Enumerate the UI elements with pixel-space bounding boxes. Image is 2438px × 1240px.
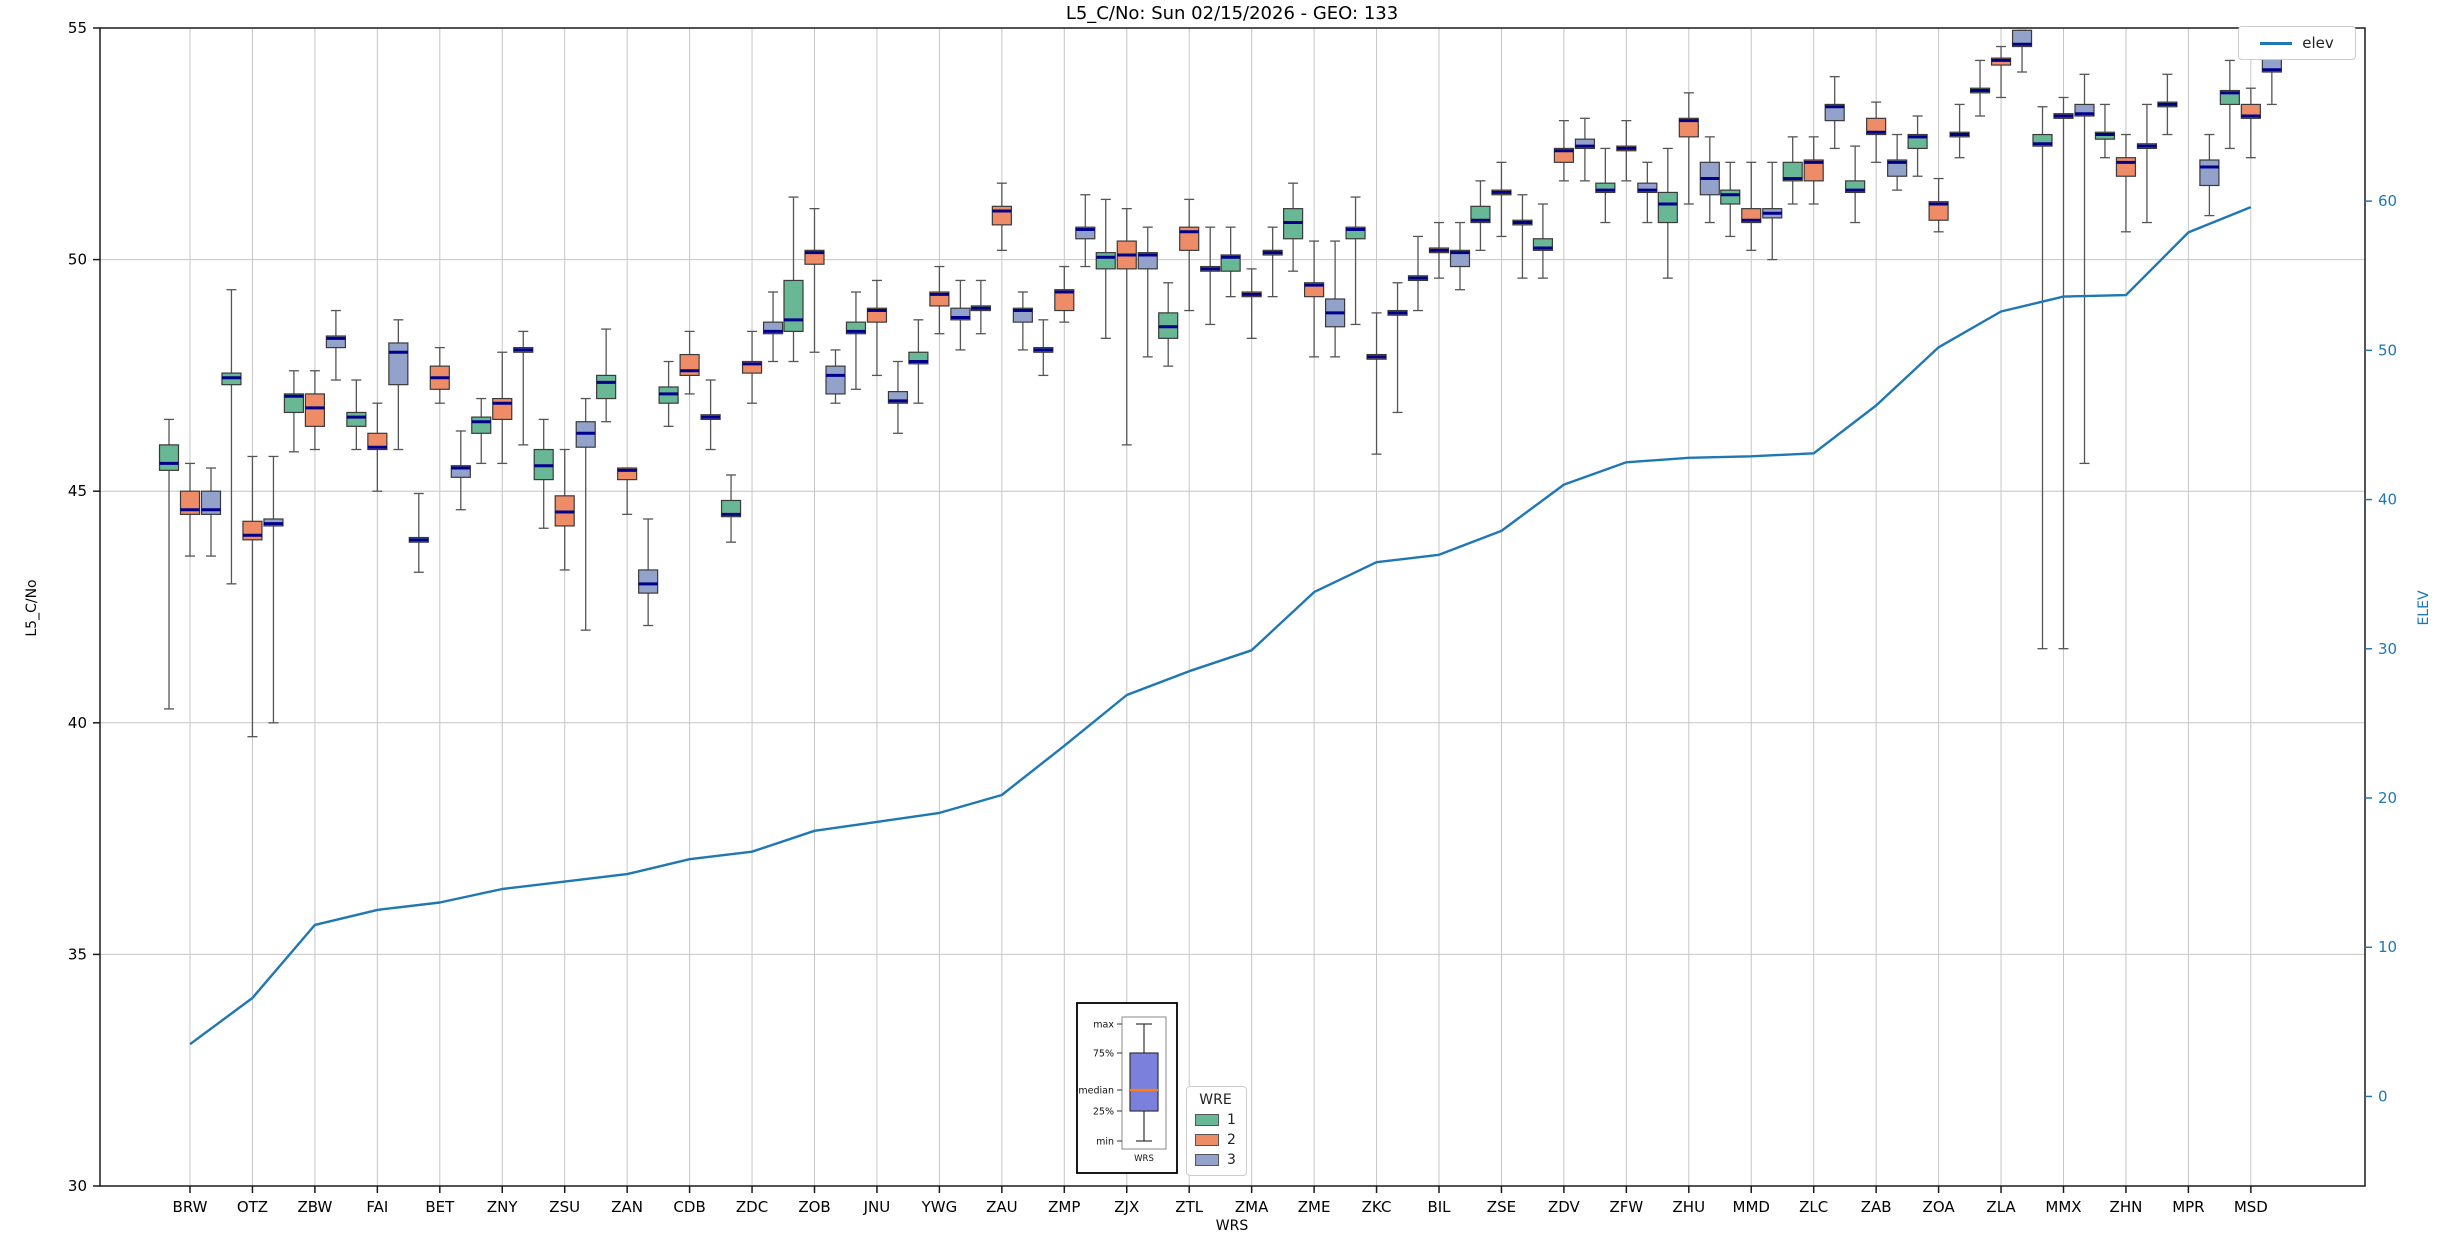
- station-label: ZFW: [1609, 1198, 1643, 1216]
- boxplot-box: [2115, 157, 2137, 177]
- y-tick-label-right: 50: [2378, 341, 2397, 359]
- station-label: MMD: [1733, 1198, 1770, 1216]
- wre-entry-label: 2: [1227, 1132, 1236, 1148]
- station-label: CDB: [673, 1198, 705, 1216]
- wre2-swatch-icon: [1195, 1134, 1219, 1146]
- inset-label: 75%: [1093, 1049, 1114, 1060]
- station-label: BRW: [173, 1198, 208, 1216]
- station-label: ZHN: [2110, 1198, 2143, 1216]
- station-label: MSD: [2234, 1198, 2268, 1216]
- station-label: ZLC: [1799, 1198, 1828, 1216]
- boxplot-box: [471, 416, 492, 434]
- boxplot-box: [346, 411, 367, 427]
- elev-line-sample-icon: [2260, 41, 2293, 45]
- y-tick-label-right: 40: [2378, 491, 2397, 509]
- y-axis-label-left: L5_C/No: [24, 579, 40, 637]
- wre-legend-entry: 3: [1195, 1152, 1236, 1168]
- y-tick-label-left: 30: [68, 1177, 87, 1195]
- station-label: BIL: [1427, 1198, 1451, 1216]
- y-tick-label-left: 55: [68, 19, 87, 37]
- boxplot-box: [638, 569, 659, 594]
- inset-sample-box: [1129, 1052, 1159, 1112]
- wre-entry-label: 3: [1227, 1152, 1236, 1168]
- y-tick-label-left: 45: [68, 482, 87, 500]
- elev-legend-label: elev: [2302, 34, 2334, 52]
- wre1-swatch-icon: [1195, 1114, 1219, 1126]
- y-tick-label-right: 0: [2378, 1087, 2388, 1105]
- station-label: ZMP: [1048, 1198, 1080, 1216]
- boxplot-box: [1095, 252, 1116, 270]
- station-label: ZME: [1298, 1198, 1331, 1216]
- station-label: ZAB: [1861, 1198, 1892, 1216]
- elev-line: [189, 205, 2252, 1046]
- station-label: ZJX: [1114, 1198, 1139, 1216]
- wre-legend-entry: 1: [1195, 1112, 1236, 1128]
- station-label: OTZ: [237, 1198, 268, 1216]
- boxplot-box: [783, 279, 804, 332]
- station-label: YWG: [921, 1198, 958, 1216]
- y-tick-label-left: 35: [68, 945, 87, 963]
- boxplot-box: [492, 397, 513, 421]
- wre-legend-title: WRE: [1199, 1092, 1232, 1108]
- station-label: ZSE: [1487, 1198, 1516, 1216]
- y-axis-label-right: ELEV: [2416, 590, 2432, 626]
- x-axis-label: WRS: [1215, 1218, 1249, 1234]
- boxplot-box: [242, 520, 263, 541]
- boxplot-box: [1720, 189, 1741, 205]
- boxplot-box: [825, 365, 846, 395]
- y-tick-label-right: 10: [2378, 938, 2397, 956]
- y-tick-label-right: 20: [2378, 789, 2397, 807]
- inset-label: min: [1096, 1137, 1114, 1148]
- wre-entry-label: 1: [1227, 1112, 1236, 1128]
- boxplot-box: [304, 393, 325, 427]
- elev-legend: elev: [2238, 26, 2356, 60]
- y-tick-label-left: 40: [68, 714, 87, 732]
- boxplot-box: [991, 205, 1012, 226]
- inset-label: median: [1078, 1086, 1114, 1097]
- station-label: ZLA: [1986, 1198, 2016, 1216]
- station-label: ZSU: [549, 1198, 580, 1216]
- station-label: ZDC: [736, 1198, 768, 1216]
- boxplot-box: [2199, 159, 2220, 187]
- page-title: L5_C/No: Sun 02/15/2026 - GEO: 133: [1065, 3, 1399, 24]
- boxplot-box: [596, 374, 617, 400]
- wre3-swatch-icon: [1195, 1154, 1219, 1166]
- station-label: ZHU: [1673, 1198, 1706, 1216]
- y-tick-label-right: 30: [2378, 640, 2397, 658]
- station-label: ZNY: [487, 1198, 518, 1216]
- station-label: BET: [425, 1198, 455, 1216]
- station-label: ZAU: [986, 1198, 1018, 1216]
- boxplot-box: [158, 444, 180, 471]
- y-tick-label-right: 60: [2378, 192, 2397, 210]
- station-label: ZTL: [1175, 1198, 1203, 1216]
- inset-label: max: [1093, 1020, 1114, 1031]
- station-label: JNU: [863, 1198, 891, 1216]
- y-tick-label-left: 50: [68, 251, 87, 269]
- chart-canvas: 30 35 40 45 50 55 0 10 20 30 40 50 60 BRW OTZ ZBW FAI BET…: [68, 19, 2397, 1216]
- station-label: ZKC: [1362, 1198, 1392, 1216]
- boxplot-box: [1657, 191, 1678, 224]
- station-label: FAI: [366, 1198, 388, 1216]
- inset-label: 25%: [1093, 1107, 1114, 1118]
- chart-figure: 30 35 40 45 50 55 0 10 20 30 40 50 60 BRW OTZ ZBW FAI BET…: [0, 0, 2438, 1240]
- station-label: MPR: [2172, 1198, 2204, 1216]
- wre-legend-entry: 2: [1195, 1132, 1236, 1148]
- boxplot-box: [388, 342, 409, 386]
- inset-xlabel: WRS: [1134, 1154, 1154, 1164]
- wre-legend: WRE 1 2 3: [1186, 1086, 1247, 1176]
- station-label: ZDV: [1548, 1198, 1581, 1216]
- station-label: ZAN: [611, 1198, 643, 1216]
- station-label: ZOB: [798, 1198, 830, 1216]
- station-label: MMX: [2045, 1198, 2081, 1216]
- station-label: ZBW: [297, 1198, 332, 1216]
- station-label: ZMA: [1235, 1198, 1269, 1216]
- boxplot-box: [679, 353, 700, 376]
- station-label: ZOA: [1923, 1198, 1956, 1216]
